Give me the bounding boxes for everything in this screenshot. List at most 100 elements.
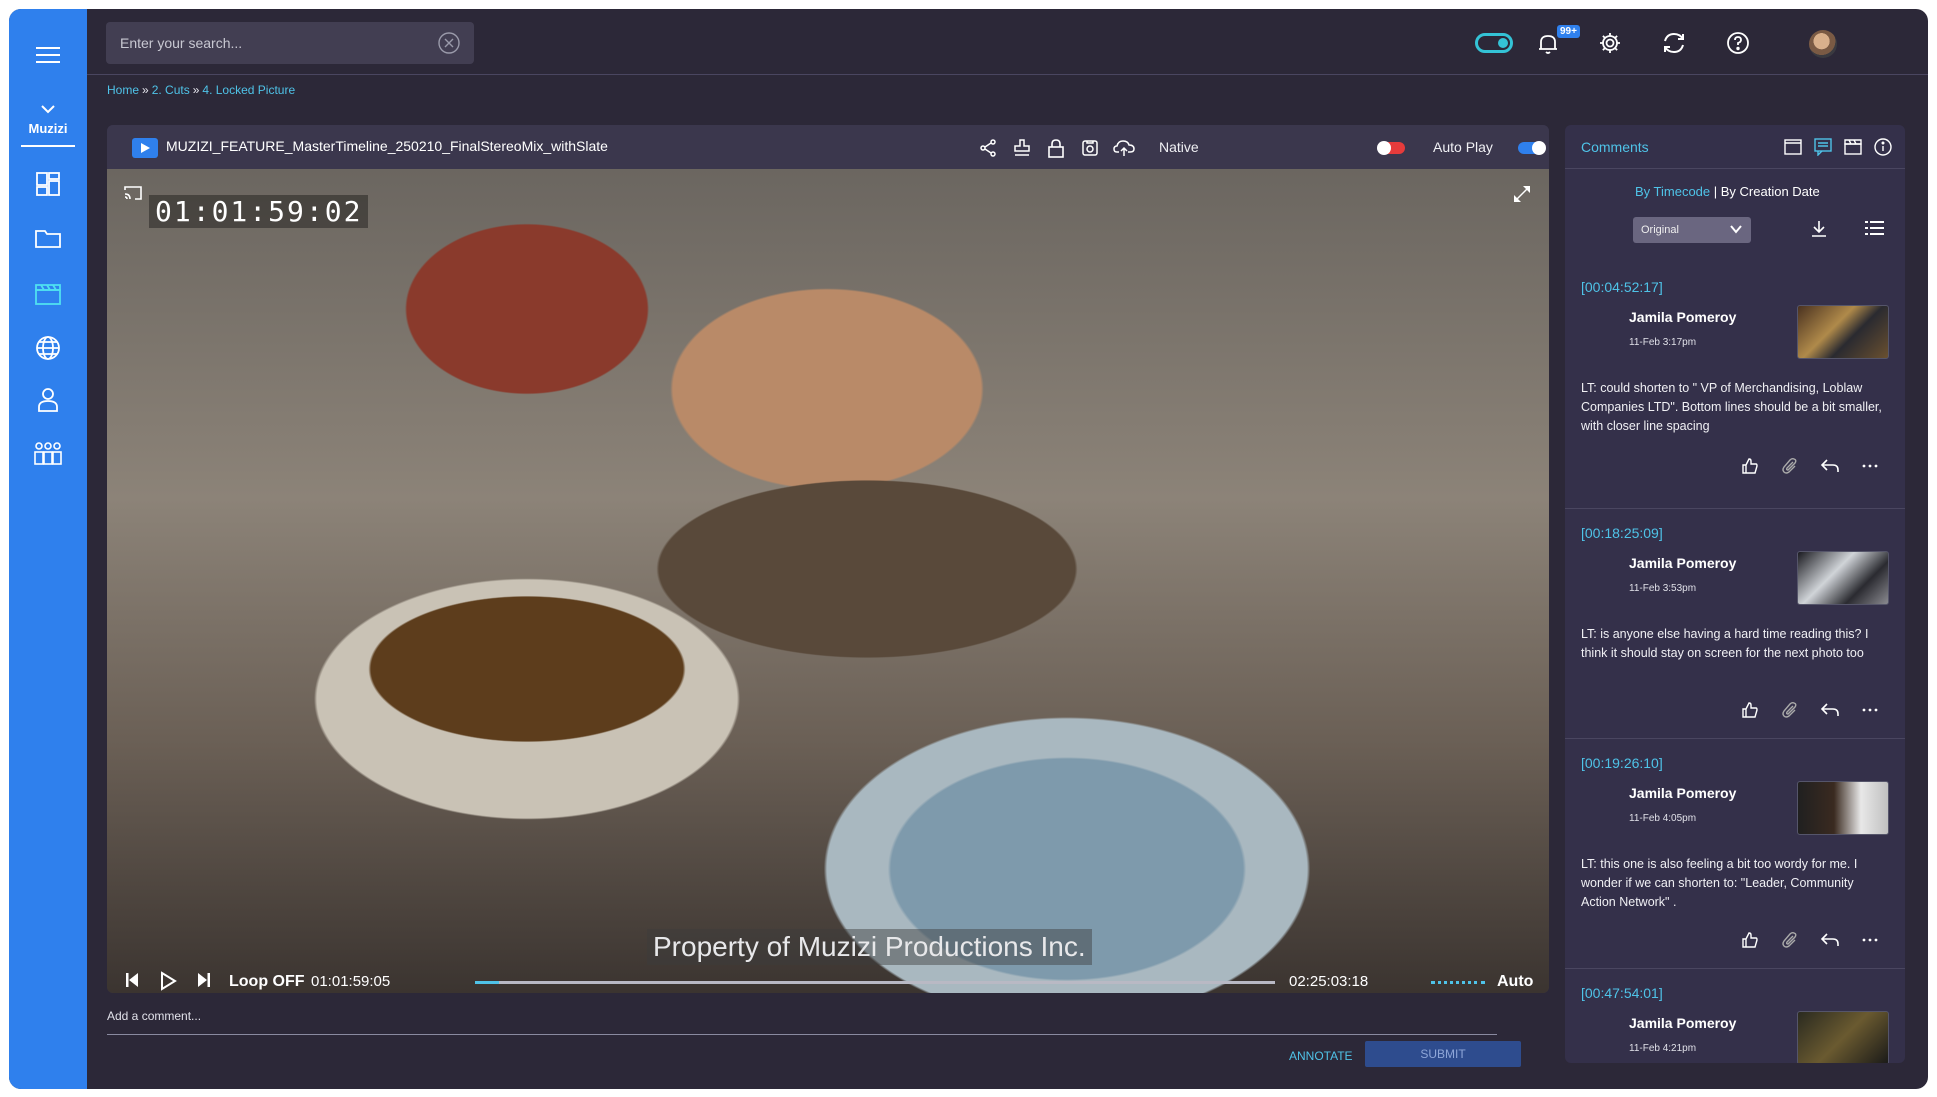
comment-item: [00:19:26:10] Jamila Pomeroy 11-Feb 4:05… bbox=[1565, 739, 1905, 969]
globe-icon[interactable] bbox=[9, 333, 87, 363]
refresh-icon[interactable] bbox=[1661, 30, 1687, 56]
comment-timecode[interactable]: [00:04:52:17] bbox=[1581, 279, 1663, 295]
attachment-icon[interactable] bbox=[1779, 929, 1801, 951]
comments-title: Comments bbox=[1581, 139, 1649, 155]
comment-author: Jamila Pomeroy bbox=[1629, 309, 1737, 325]
submit-button[interactable]: SUBMIT bbox=[1365, 1041, 1521, 1067]
like-icon[interactable] bbox=[1739, 455, 1761, 477]
search-input[interactable] bbox=[120, 32, 420, 54]
breadcrumb-separator: » bbox=[192, 83, 200, 97]
folder-icon[interactable] bbox=[9, 223, 87, 253]
help-icon[interactable] bbox=[1725, 30, 1751, 56]
theme-toggle[interactable] bbox=[1475, 33, 1513, 53]
comment-composer bbox=[107, 1003, 1497, 1035]
comment-author: Jamila Pomeroy bbox=[1629, 555, 1737, 571]
info-icon[interactable] bbox=[1873, 137, 1893, 157]
more-options-icon[interactable] bbox=[1859, 929, 1881, 951]
cast-icon[interactable] bbox=[123, 185, 143, 206]
brand-divider bbox=[21, 145, 75, 147]
user-avatar[interactable] bbox=[1809, 30, 1837, 58]
annotate-button[interactable]: ANNOTATE bbox=[1289, 1049, 1353, 1063]
list-view-icon[interactable] bbox=[1865, 219, 1885, 242]
search-box bbox=[106, 22, 474, 64]
comment-timecode[interactable]: [00:47:54:01] bbox=[1581, 985, 1663, 1001]
more-options-icon[interactable] bbox=[1859, 455, 1881, 477]
like-icon[interactable] bbox=[1739, 699, 1761, 721]
sort-by-timecode[interactable]: By Timecode bbox=[1635, 184, 1710, 199]
version-select-value: Original bbox=[1641, 224, 1679, 236]
comment-thumbnail[interactable] bbox=[1797, 551, 1889, 605]
comment-thumbnail[interactable] bbox=[1797, 781, 1889, 835]
cloud-upload-icon[interactable] bbox=[1113, 137, 1135, 159]
volume-indicator[interactable] bbox=[1431, 981, 1485, 984]
download-icon[interactable] bbox=[1809, 219, 1829, 244]
native-label: Native bbox=[1159, 139, 1199, 155]
more-options-icon[interactable] bbox=[1859, 699, 1881, 721]
team-icon[interactable] bbox=[9, 439, 87, 469]
comments-panel: Comments By Timecode | By Creation Date … bbox=[1565, 125, 1905, 1063]
breadcrumb-separator: » bbox=[142, 83, 149, 97]
comment-item: [00:04:52:17] Jamila Pomeroy 11-Feb 3:17… bbox=[1565, 279, 1905, 509]
comment-date: 11-Feb 4:21pm bbox=[1629, 1043, 1697, 1054]
clapperboard-icon[interactable] bbox=[9, 279, 87, 309]
skip-forward-icon[interactable] bbox=[197, 971, 211, 989]
comment-timecode[interactable]: [00:18:25:09] bbox=[1581, 525, 1663, 541]
sidebar: Muzizi bbox=[9, 9, 87, 1089]
quality-selector[interactable]: Auto bbox=[1497, 973, 1533, 991]
fullscreen-icon[interactable] bbox=[1513, 185, 1531, 208]
breadcrumb-home[interactable]: Home bbox=[107, 83, 139, 97]
panel-view-icon[interactable] bbox=[1783, 137, 1803, 157]
reply-icon[interactable] bbox=[1819, 455, 1841, 477]
user-icon[interactable] bbox=[9, 385, 87, 415]
attachment-icon[interactable] bbox=[1779, 699, 1801, 721]
stamp-icon[interactable] bbox=[1011, 137, 1033, 159]
comment-item: [00:47:54:01] Jamila Pomeroy 11-Feb 4:21… bbox=[1565, 969, 1905, 1063]
comment-timecode[interactable]: [00:19:26:10] bbox=[1581, 755, 1663, 771]
file-title: MUZIZI_FEATURE_MasterTimeline_250210_Fin… bbox=[166, 138, 608, 154]
hamburger-menu-icon[interactable] bbox=[9, 43, 87, 67]
sort-by-creation-date[interactable]: By Creation Date bbox=[1721, 184, 1820, 199]
dashboard-icon[interactable] bbox=[9, 169, 87, 199]
like-icon[interactable] bbox=[1739, 929, 1761, 951]
clapperboard-icon[interactable] bbox=[1843, 137, 1863, 157]
comment-item: [00:18:25:09] Jamila Pomeroy 11-Feb 3:53… bbox=[1565, 509, 1905, 739]
comment-date: 11-Feb 3:17pm bbox=[1629, 337, 1697, 348]
comment-actions bbox=[1565, 699, 1905, 723]
gear-icon[interactable] bbox=[1597, 30, 1623, 56]
loop-toggle[interactable]: Loop OFF bbox=[229, 973, 305, 991]
watermark: Property of Muzizi Productions Inc. bbox=[647, 929, 1092, 965]
comments-icon[interactable] bbox=[1813, 137, 1833, 157]
clear-search-icon[interactable] bbox=[438, 32, 460, 54]
reply-icon[interactable] bbox=[1819, 929, 1841, 951]
play-icon[interactable] bbox=[159, 971, 177, 991]
chevron-down-icon[interactable] bbox=[9, 101, 87, 117]
autoplay-label: Auto Play bbox=[1433, 139, 1493, 155]
snapshot-icon[interactable] bbox=[1079, 137, 1101, 159]
comment-thumbnail[interactable] bbox=[1797, 1011, 1889, 1063]
comment-thumbnail[interactable] bbox=[1797, 305, 1889, 359]
progress-fill bbox=[475, 981, 499, 984]
breadcrumb: Home» 2. Cuts» 4. Locked Picture bbox=[107, 83, 295, 97]
player-header: MUZIZI_FEATURE_MasterTimeline_250210_Fin… bbox=[107, 125, 1549, 169]
video-type-icon bbox=[132, 138, 158, 158]
comment-input[interactable] bbox=[107, 1009, 1497, 1023]
breadcrumb-cuts[interactable]: 2. Cuts bbox=[152, 83, 190, 97]
reply-icon[interactable] bbox=[1819, 699, 1841, 721]
native-toggle[interactable] bbox=[1377, 141, 1405, 155]
attachment-icon[interactable] bbox=[1779, 455, 1801, 477]
comment-date: 11-Feb 3:53pm bbox=[1629, 583, 1697, 594]
comment-text: LT: could shorten to " VP of Merchandisi… bbox=[1581, 381, 1882, 433]
skip-back-icon[interactable] bbox=[125, 971, 139, 989]
lock-icon[interactable] bbox=[1045, 137, 1067, 159]
sort-options: By Timecode | By Creation Date bbox=[1635, 184, 1820, 199]
sort-separator: | bbox=[1710, 184, 1721, 199]
progress-bar[interactable] bbox=[475, 981, 1275, 984]
share-icon[interactable] bbox=[977, 137, 999, 159]
autoplay-toggle[interactable] bbox=[1518, 141, 1546, 155]
video-frame[interactable]: 01:01:59:02 Property of Muzizi Productio… bbox=[107, 169, 1549, 993]
comment-text: LT: this one is also feeling a bit too w… bbox=[1581, 857, 1858, 909]
breadcrumb-locked-picture[interactable]: 4. Locked Picture bbox=[202, 83, 295, 97]
version-select[interactable]: Original bbox=[1633, 217, 1751, 243]
comment-actions bbox=[1565, 929, 1905, 953]
app-window: Muzizi 99+ bbox=[9, 9, 1928, 1089]
